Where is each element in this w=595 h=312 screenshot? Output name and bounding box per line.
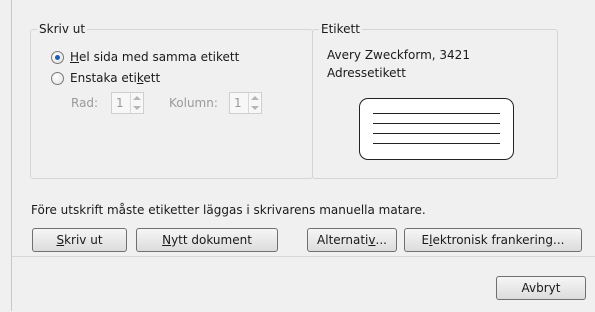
preview-line: [373, 143, 500, 144]
radio-single-label-button[interactable]: [51, 71, 64, 85]
label-type: Adressetikett: [327, 66, 406, 80]
radio-full-page[interactable]: Hel sida med samma etikett: [51, 50, 239, 64]
window-left-edge: [0, 0, 12, 311]
spinner-down-icon[interactable]: [133, 106, 141, 110]
row-label: Rad:: [71, 96, 99, 110]
preview-line: [373, 113, 500, 114]
radio-single-label[interactable]: Enstaka etikett: [51, 71, 160, 85]
options-button[interactable]: Alternati v...: [307, 228, 397, 252]
column-spinner[interactable]: 1: [229, 92, 262, 114]
feed-notice: Före utskrift måste etiketter läggas i s…: [31, 203, 426, 217]
label-preview[interactable]: [359, 98, 514, 160]
label-groupbox: Etikett Avery Zweckform, 3421 Adressetik…: [312, 22, 558, 179]
preview-line: [373, 133, 500, 134]
radio-single-label-text: Enstaka etikett: [70, 71, 161, 85]
print-group-legend: Skriv ut: [37, 22, 88, 36]
radio-full-page-label: Hel sida med samma etikett: [70, 50, 240, 64]
dialog-footer: Avbryt: [12, 256, 595, 312]
column-label: Kolumn:: [169, 96, 218, 110]
row-spinner-arrows[interactable]: [130, 93, 143, 113]
radio-full-page-button[interactable]: [51, 50, 64, 64]
spinner-down-icon[interactable]: [251, 106, 259, 110]
cancel-button[interactable]: Avbryt: [496, 276, 586, 300]
spinner-up-icon[interactable]: [133, 96, 141, 100]
new-document-button[interactable]: Nytt dokument: [136, 228, 278, 252]
labels-panel: Skriv ut Hel sida med samma etikett Enst…: [12, 0, 595, 255]
print-button[interactable]: Skriv ut: [32, 228, 127, 252]
preview-line: [373, 123, 500, 124]
row-spinner[interactable]: 1: [111, 92, 144, 114]
row-spinner-value: 1: [116, 96, 124, 110]
column-spinner-arrows[interactable]: [248, 93, 261, 113]
spinner-up-icon[interactable]: [251, 96, 259, 100]
print-groupbox: Skriv ut Hel sida med samma etikett Enst…: [30, 22, 313, 179]
label-group-legend: Etikett: [319, 22, 362, 36]
column-spinner-value: 1: [234, 96, 242, 110]
label-product: Avery Zweckform, 3421: [327, 48, 470, 62]
electronic-postage-button[interactable]: El ektronisk frankering...: [404, 228, 582, 252]
